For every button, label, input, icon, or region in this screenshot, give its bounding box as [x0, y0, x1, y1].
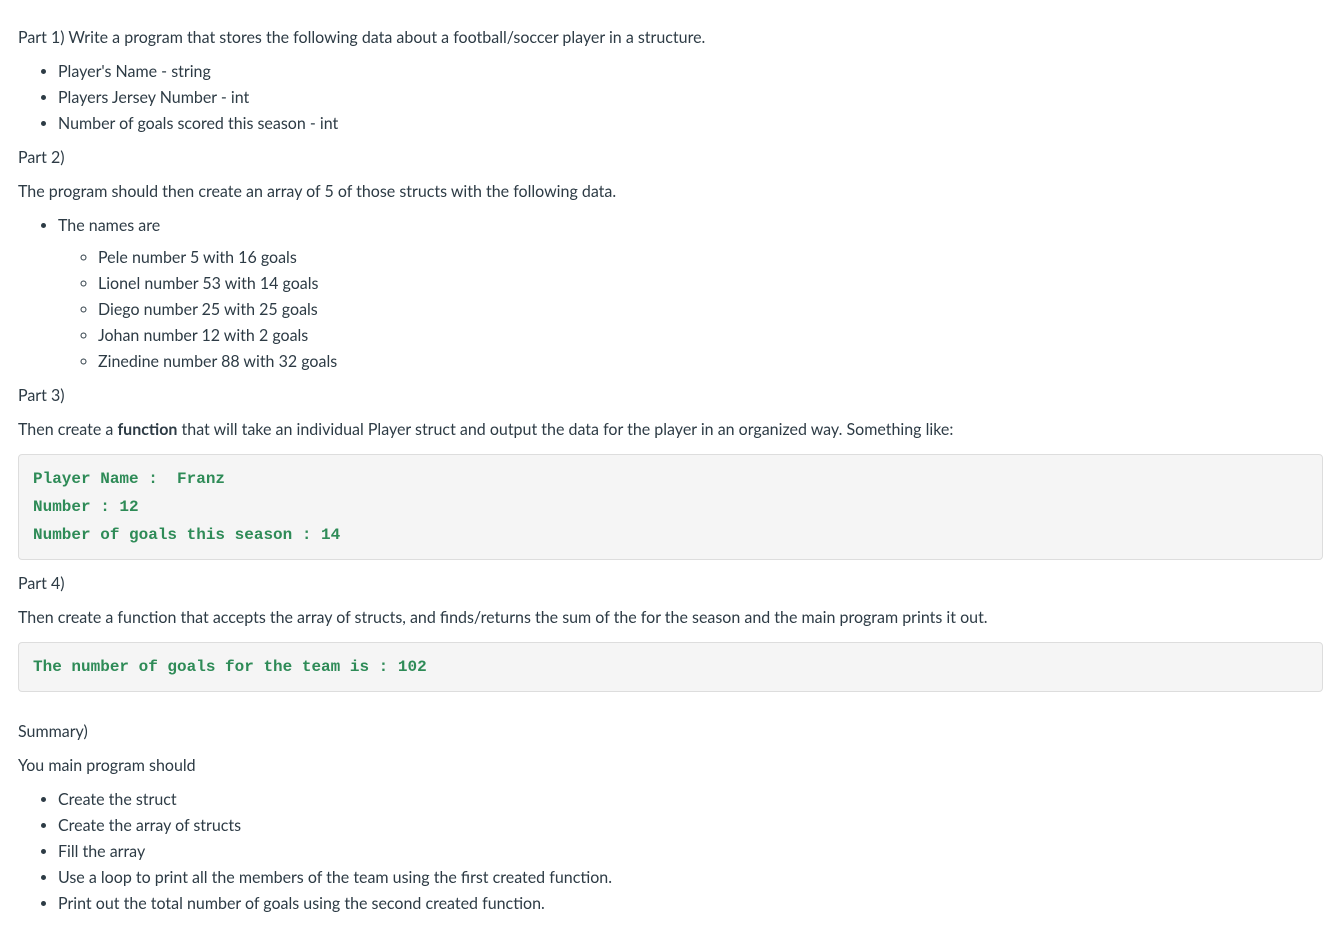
part2-intro: The program should then create an array … — [18, 180, 1323, 204]
summary-intro: You main program should — [18, 754, 1323, 778]
names-label: The names are — [58, 216, 160, 235]
part4-text: Then create a function that accepts the … — [18, 606, 1323, 630]
part4-heading: Part 4) — [18, 572, 1323, 596]
list-item: Player's Name - string — [58, 60, 1323, 84]
part2-list: The names are Pele number 5 with 16 goal… — [18, 214, 1323, 374]
list-item: Zinedine number 88 with 32 goals — [98, 350, 1323, 374]
text-fragment: that will take an individual Player stru… — [177, 420, 953, 439]
part3-text: Then create a function that will take an… — [18, 418, 1323, 442]
summary-list: Create the struct Create the array of st… — [18, 788, 1323, 916]
summary-heading: Summary) — [18, 720, 1323, 744]
list-item: Players Jersey Number - int — [58, 86, 1323, 110]
code-block-team-goals: The number of goals for the team is : 10… — [18, 642, 1323, 692]
part1-list: Player's Name - string Players Jersey Nu… — [18, 60, 1323, 136]
code-block-player-output: Player Name : Franz Number : 12 Number o… — [18, 454, 1323, 560]
assignment-body: Part 1) Write a program that stores the … — [18, 26, 1323, 916]
list-item: Lionel number 53 with 14 goals — [98, 272, 1323, 296]
list-item: Diego number 25 with 25 goals — [98, 298, 1323, 322]
list-item: Fill the array — [58, 840, 1323, 864]
text-fragment: Then create a — [18, 420, 117, 439]
list-item: Number of goals scored this season - int — [58, 112, 1323, 136]
list-item: Use a loop to print all the members of t… — [58, 866, 1323, 890]
bold-word: function — [117, 420, 177, 439]
list-item: Create the struct — [58, 788, 1323, 812]
list-item: The names are Pele number 5 with 16 goal… — [58, 214, 1323, 374]
list-item: Johan number 12 with 2 goals — [98, 324, 1323, 348]
part2-heading: Part 2) — [18, 146, 1323, 170]
list-item: Pele number 5 with 16 goals — [98, 246, 1323, 270]
players-list: Pele number 5 with 16 goals Lionel numbe… — [58, 246, 1323, 374]
part3-heading: Part 3) — [18, 384, 1323, 408]
list-item: Create the array of structs — [58, 814, 1323, 838]
list-item: Print out the total number of goals usin… — [58, 892, 1323, 916]
part1-intro: Part 1) Write a program that stores the … — [18, 26, 1323, 50]
